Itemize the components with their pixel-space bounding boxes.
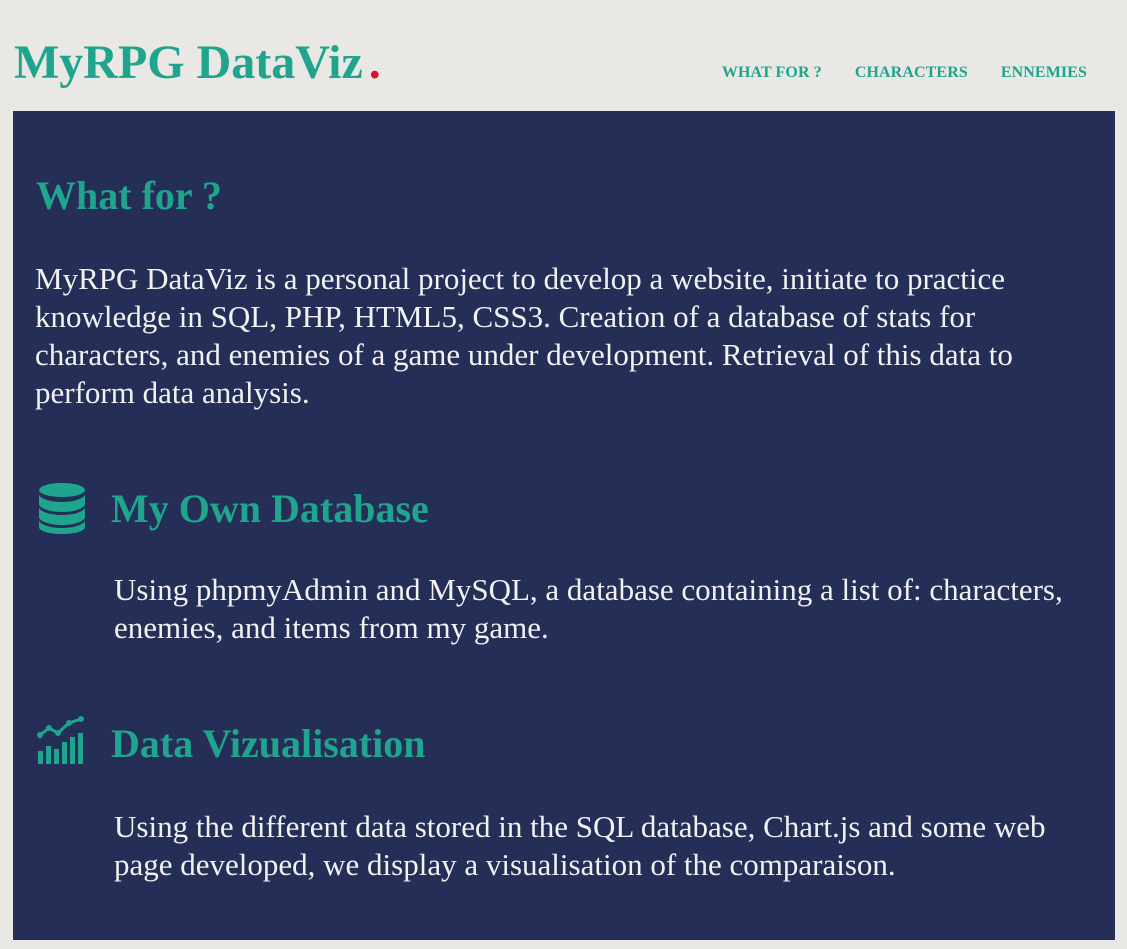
site-header: MyRPG DataViz. WHAT FOR ? CHARACTERS ENN…: [0, 0, 1127, 111]
chart-icon: [37, 716, 84, 764]
intro-paragraph: MyRPG DataViz is a personal project to d…: [35, 261, 1013, 410]
logo-text: MyRPG DataViz: [14, 36, 363, 89]
database-feature-text: Using phpmyAdmin and MySQL, a database c…: [114, 572, 1063, 645]
main-navigation: WHAT FOR ? CHARACTERS ENNEMIES: [722, 63, 1087, 83]
visualisation-feature-title: Data Vizualisation: [111, 721, 426, 766]
site-logo[interactable]: MyRPG DataViz.: [14, 34, 381, 92]
what-for-heading: What for ?: [36, 173, 222, 218]
nav-link-characters[interactable]: CHARACTERS: [855, 63, 968, 83]
database-icon: [39, 483, 85, 534]
visualisation-feature-text: Using the different data stored in the S…: [114, 809, 1046, 882]
main-panel: What for ? MyRPG DataViz is a personal p…: [13, 111, 1115, 940]
database-feature-title: My Own Database: [111, 486, 429, 531]
nav-link-ennemies[interactable]: ENNEMIES: [1001, 63, 1087, 83]
page-bottom-strip: [0, 940, 1127, 949]
logo-dot: .: [368, 36, 381, 89]
nav-link-what-for[interactable]: WHAT FOR ?: [722, 63, 822, 83]
